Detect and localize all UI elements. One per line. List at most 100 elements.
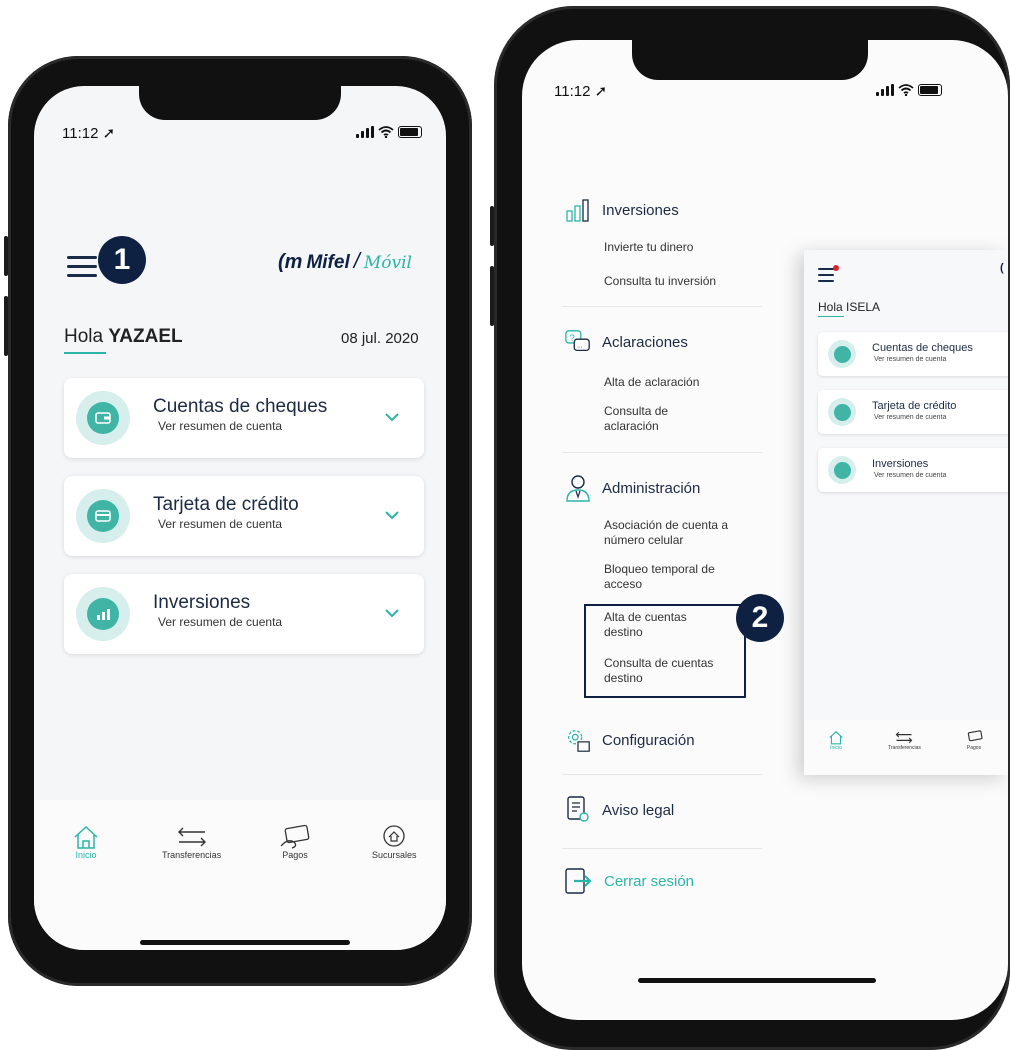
mifel-logo-mark: (m: [278, 251, 303, 273]
step-badge-1: 1: [98, 236, 146, 284]
highlight-box: [584, 604, 746, 698]
greeting-underline: [64, 352, 106, 354]
card-icon-wrap: [828, 456, 856, 484]
home-icon: [74, 825, 98, 849]
notch: [632, 40, 868, 80]
status-icons: [876, 84, 942, 96]
card-subtitle: Ver resumen de cuenta: [874, 414, 947, 421]
battery-icon: [918, 84, 942, 96]
wallet-icon: [87, 402, 119, 434]
status-icons: [356, 126, 422, 138]
menu-title: Administración: [602, 479, 701, 497]
nav-pagos[interactable]: Pagos: [278, 824, 312, 860]
right-phone-frame: 11:12 ➚ Inversiones Invierte tu dinero C…: [490, 6, 1010, 1050]
menu-section-aviso-legal[interactable]: Aviso legal: [564, 796, 674, 824]
mifel-logo: (m Mifel / Móvil: [278, 248, 412, 274]
nav-transferencias[interactable]: Transferencias: [888, 730, 921, 751]
legal-document-icon: [564, 796, 592, 824]
investment-icon: [833, 461, 851, 479]
card-title: Inversiones: [153, 592, 251, 613]
wifi-icon: [898, 84, 914, 96]
nav-label: Inicio: [830, 745, 842, 751]
chevron-down-icon[interactable]: [384, 412, 400, 422]
hamburger-menu-icon[interactable]: [818, 268, 834, 286]
right-screen: 11:12 ➚ Inversiones Invierte tu dinero C…: [522, 40, 1008, 1020]
mini-card-cheques[interactable]: Cuentas de cheques Ver resumen de cuenta: [818, 332, 1008, 376]
nav-inicio[interactable]: Inicio: [72, 824, 100, 860]
menu-section-aclaraciones[interactable]: ?... Aclaraciones: [564, 328, 688, 356]
greeting-hello: Hola: [818, 300, 843, 314]
logo-separator: /: [353, 248, 360, 273]
menu-item-alta-aclaracion[interactable]: Alta de aclaración: [604, 375, 699, 390]
transfer-arrows-icon: [177, 827, 206, 847]
branch-location-icon: [383, 825, 405, 847]
logout-label: Cerrar sesión: [604, 872, 695, 890]
menu-section-configuracion[interactable]: Configuración: [564, 726, 695, 754]
side-button: [490, 266, 494, 326]
notification-dot: [833, 265, 839, 271]
side-button: [4, 296, 8, 356]
admin-person-icon: [564, 474, 592, 502]
card-title: Cuentas de cheques: [872, 342, 973, 354]
battery-icon: [398, 126, 422, 138]
chevron-down-icon[interactable]: [384, 608, 400, 618]
card-subtitle: Ver resumen de cuenta: [874, 356, 947, 363]
mini-card-inversiones[interactable]: Inversiones Ver resumen de cuenta: [818, 448, 1008, 492]
wallet-icon: [833, 345, 851, 363]
menu-item-bloqueo-temporal[interactable]: Bloqueo temporal de acceso: [604, 562, 734, 592]
card-icon-wrap: [76, 489, 130, 543]
menu-item-asociacion-cuenta[interactable]: Asociación de cuenta a número celular: [604, 518, 734, 548]
card-title: Tarjeta de crédito: [872, 400, 957, 412]
home-indicator: [140, 940, 350, 945]
chevron-down-icon[interactable]: [384, 510, 400, 520]
menu-section-administracion[interactable]: Administración: [564, 474, 700, 502]
svg-text:...: ...: [577, 343, 583, 350]
signal-icon: [876, 84, 894, 96]
account-card-credito[interactable]: Tarjeta de crédito Ver resumen de cuenta: [64, 476, 424, 556]
current-date: 08 jul. 2020: [341, 330, 419, 347]
menu-divider: [562, 774, 762, 775]
greeting-hello: Hola: [64, 326, 104, 347]
home-preview-overlay[interactable]: ( Hola ISELA Cuentas de cheques Ver resu…: [804, 250, 1008, 775]
question-chat-icon: ?...: [564, 328, 592, 356]
card-subtitle: Ver resumen de cuenta: [158, 419, 283, 433]
card-icon-wrap: [76, 587, 130, 641]
nav-inicio[interactable]: Inicio: [828, 730, 844, 751]
notch: [139, 86, 341, 120]
investment-icon: [87, 598, 119, 630]
wifi-icon: [378, 126, 394, 138]
menu-item-invierte[interactable]: Invierte tu dinero: [604, 240, 693, 255]
menu-section-inversiones[interactable]: Inversiones: [564, 196, 679, 224]
logo-fragment: (: [1000, 262, 1004, 274]
logout-icon: [565, 868, 592, 894]
menu-title: Aclaraciones: [602, 333, 688, 351]
mini-card-credito[interactable]: Tarjeta de crédito Ver resumen de cuenta: [818, 390, 1008, 434]
payment-hand-icon: [967, 730, 983, 742]
menu-item-consulta-aclaracion[interactable]: Consulta de aclaración: [604, 404, 714, 434]
step-badge-2: 2: [736, 594, 784, 642]
user-name: YAZAEL: [108, 326, 183, 347]
home-icon: [829, 731, 843, 745]
left-phone-frame: 11:12 ➚ 1 (m Mifel / Móvil Hola YAZAEL 0…: [4, 56, 472, 986]
nav-label: Pagos: [966, 745, 982, 751]
account-card-cheques[interactable]: Cuentas de cheques Ver resumen de cuenta: [64, 378, 424, 458]
hamburger-menu-icon[interactable]: [67, 256, 97, 283]
menu-item-consulta-inversion[interactable]: Consulta tu inversión: [604, 274, 716, 289]
greeting: Hola ISELA: [818, 300, 880, 314]
menu-divider: [562, 452, 762, 453]
nav-transferencias[interactable]: Transferencias: [162, 824, 221, 860]
card-icon-wrap: [76, 391, 130, 445]
logout-button[interactable]: Cerrar sesión: [564, 866, 694, 896]
card-title: Inversiones: [872, 458, 929, 470]
side-button: [490, 206, 494, 246]
nav-pagos[interactable]: Pagos: [964, 730, 984, 751]
card-icon-wrap: [828, 398, 856, 426]
greeting: Hola YAZAEL: [64, 326, 183, 348]
card-subtitle: Ver resumen de cuenta: [158, 517, 283, 531]
account-card-inversiones[interactable]: Inversiones Ver resumen de cuenta: [64, 574, 424, 654]
transfer-arrows-icon: [896, 731, 913, 744]
credit-card-icon: [87, 500, 119, 532]
left-screen: 11:12 ➚ 1 (m Mifel / Móvil Hola YAZAEL 0…: [34, 86, 446, 950]
menu-divider: [562, 848, 762, 849]
nav-sucursales[interactable]: Sucursales: [372, 824, 417, 860]
